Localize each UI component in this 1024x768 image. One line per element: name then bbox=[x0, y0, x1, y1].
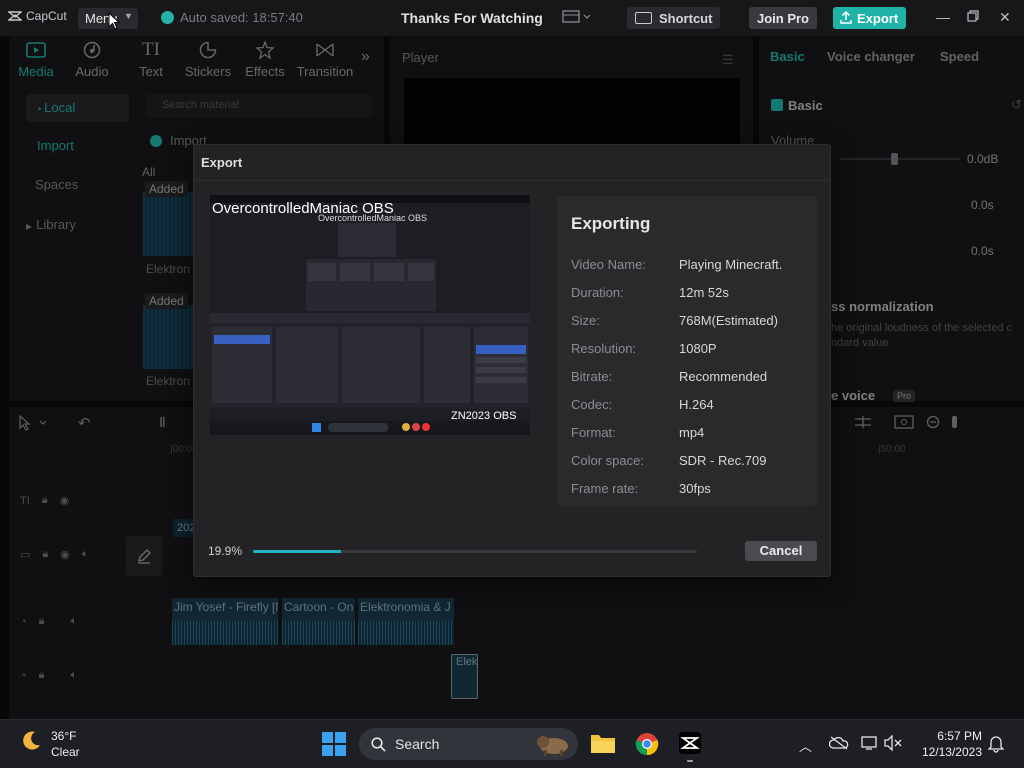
onedrive-icon[interactable] bbox=[829, 736, 849, 750]
speaker-muted-icon[interactable] bbox=[883, 735, 903, 751]
export-detail-key: Size: bbox=[571, 313, 600, 328]
taskbar-search[interactable]: Search bbox=[359, 728, 578, 760]
shortcut-button-label: Shortcut bbox=[659, 11, 713, 26]
clock-time[interactable]: 6:57 PM bbox=[906, 729, 982, 743]
minimize-icon[interactable]: — bbox=[936, 9, 950, 25]
autosave-check-icon bbox=[161, 11, 174, 24]
clock-date[interactable]: 12/13/2023 bbox=[906, 745, 982, 759]
project-title[interactable]: Thanks For Watching bbox=[401, 10, 543, 26]
capcut-logo-icon bbox=[8, 11, 22, 21]
network-icon[interactable] bbox=[861, 735, 879, 751]
layout-button[interactable] bbox=[562, 10, 592, 24]
export-upload-icon bbox=[840, 11, 852, 24]
progress-bar bbox=[253, 550, 697, 553]
restore-icon[interactable] bbox=[967, 10, 979, 22]
chrome-icon[interactable] bbox=[635, 732, 659, 756]
export-detail-value: 1080P bbox=[679, 341, 717, 356]
autosave-status: Auto saved: 18:57:40 bbox=[161, 10, 303, 25]
export-detail-value: H.264 bbox=[679, 397, 714, 412]
export-detail-value: 768M(Estimated) bbox=[679, 313, 778, 328]
close-icon[interactable]: ✕ bbox=[999, 9, 1011, 26]
preview-overlay-text: OvercontrolledManiac OBS bbox=[212, 200, 394, 217]
export-button[interactable]: Export bbox=[833, 7, 906, 29]
chevron-down-icon: ▼ bbox=[124, 11, 133, 21]
export-detail-key: Frame rate: bbox=[571, 481, 639, 496]
file-explorer-icon[interactable] bbox=[590, 731, 616, 755]
export-detail-value: 12m 52s bbox=[679, 285, 729, 300]
weather-description[interactable]: Clear bbox=[51, 745, 80, 759]
progress-percent: 19.9% bbox=[208, 544, 243, 558]
progress-bar-fill bbox=[253, 550, 342, 553]
export-detail-key: Bitrate: bbox=[571, 369, 613, 384]
taskbar-search-label: Search bbox=[395, 736, 440, 752]
title-bar: CapCut Menu ▼ Auto saved: 18:57:40 Thank… bbox=[0, 0, 1024, 36]
export-details-panel: Exporting Video Name: Playing Minecraft. D… bbox=[557, 196, 817, 506]
cancel-button[interactable]: Cancel bbox=[745, 541, 817, 561]
export-button-label: Export bbox=[857, 11, 899, 26]
weather-temperature[interactable]: 36°F bbox=[51, 729, 76, 743]
join-pro-button[interactable]: Join Pro bbox=[749, 7, 817, 29]
running-indicator bbox=[687, 760, 693, 762]
export-detail-key: Video Name: bbox=[571, 257, 646, 272]
export-preview-thumbnail: OvercontrolledManiac OBS OvercontrolledM… bbox=[210, 195, 530, 435]
windows-start-icon[interactable] bbox=[322, 732, 346, 756]
search-icon bbox=[371, 737, 386, 752]
weather-moon-icon[interactable] bbox=[20, 730, 42, 752]
autosave-text: Auto saved: 18:57:40 bbox=[180, 10, 303, 25]
shortcut-button[interactable]: Shortcut bbox=[627, 7, 720, 29]
export-detail-key: Resolution: bbox=[571, 341, 637, 356]
export-detail-key: Codec: bbox=[571, 397, 613, 412]
export-detail-value: SDR - Rec.709 bbox=[679, 453, 767, 468]
app-logo: CapCut bbox=[8, 9, 67, 23]
preview-overlay-text: ZN2023 OBS bbox=[451, 410, 517, 422]
export-detail-value: Playing Minecraft. bbox=[679, 257, 783, 272]
dialog-divider bbox=[194, 180, 830, 181]
export-detail-value: Recommended bbox=[679, 369, 768, 384]
notification-bell-icon[interactable] bbox=[988, 735, 1004, 753]
export-detail-key: Color space: bbox=[571, 453, 644, 468]
app-logo-text: CapCut bbox=[26, 9, 67, 23]
chevron-up-icon[interactable]: ︿ bbox=[799, 736, 812, 755]
export-detail-value: mp4 bbox=[679, 425, 705, 440]
dialog-title: Export bbox=[201, 155, 243, 170]
layout-icon bbox=[562, 10, 591, 23]
export-dialog: Export OvercontrolledManiac OBS Overcont… bbox=[193, 144, 831, 577]
mouse-cursor-icon bbox=[108, 12, 120, 30]
keyboard-icon bbox=[635, 12, 652, 24]
export-detail-key: Duration: bbox=[571, 285, 624, 300]
export-detail-value: 30fps bbox=[679, 481, 711, 496]
export-detail-key: Format: bbox=[571, 425, 616, 440]
capcut-taskbar-icon[interactable] bbox=[678, 731, 702, 755]
obs-screenshot-image bbox=[210, 195, 530, 435]
exporting-heading: Exporting bbox=[571, 214, 651, 233]
search-highlight-bison-icon bbox=[537, 736, 568, 756]
